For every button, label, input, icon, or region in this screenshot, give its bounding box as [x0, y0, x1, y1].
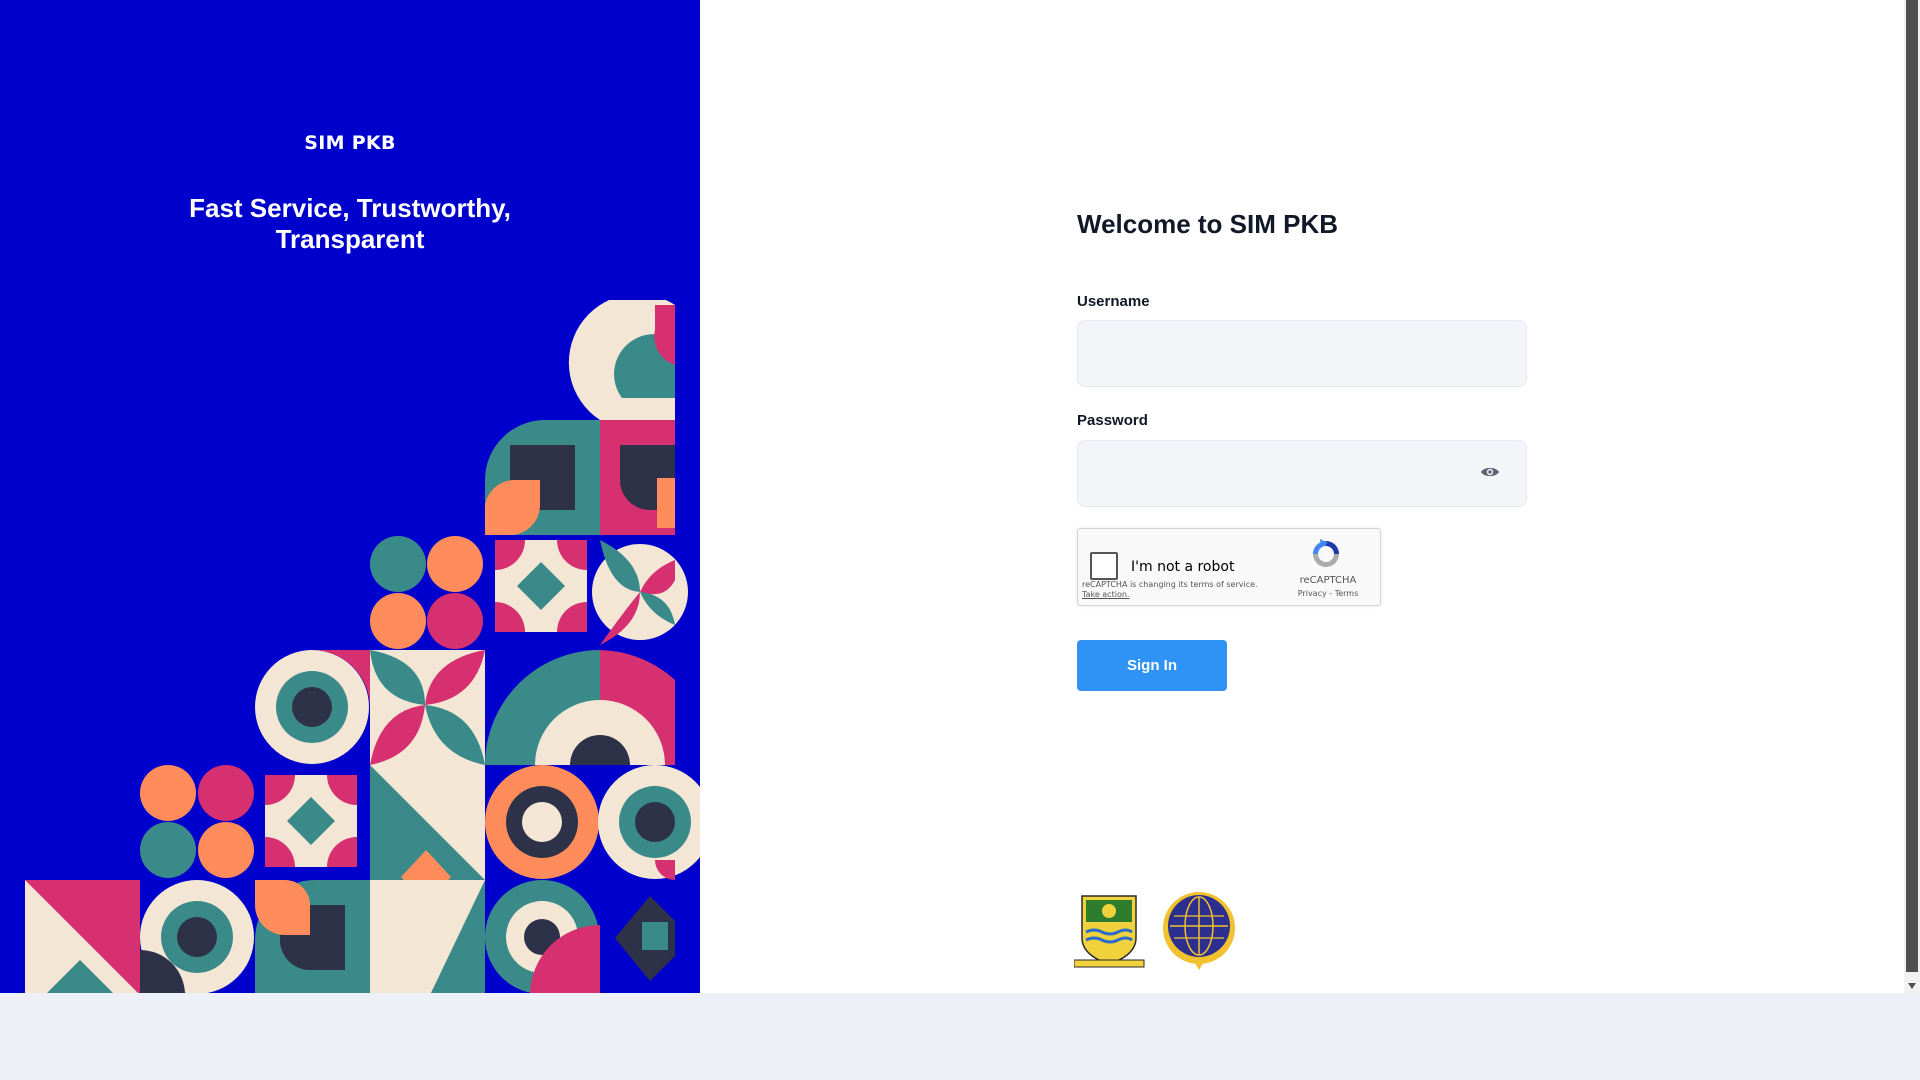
recaptcha-notice: reCAPTCHA is changing its terms of servi… [1082, 580, 1258, 600]
pattern-tile [255, 880, 370, 993]
pattern-tile [370, 880, 485, 993]
vertical-scrollbar[interactable] [1904, 0, 1920, 993]
partner-logos [1074, 892, 1235, 970]
brand-name: SIM PKB [304, 132, 396, 154]
pattern-tile [140, 765, 254, 878]
pattern-tile [598, 765, 700, 880]
pattern-tile [615, 896, 675, 981]
pattern-tile [485, 650, 675, 765]
pattern-tile [485, 765, 599, 879]
decorative-pattern [25, 300, 700, 993]
password-label: Password [1077, 412, 1148, 429]
recaptcha-widget: I'm not a robot reCAPTCHA is changing it… [1077, 528, 1381, 606]
transport-ministry-logo [1163, 892, 1235, 970]
username-label: Username [1077, 293, 1150, 310]
recaptcha-brand: reCAPTCHA [1299, 575, 1357, 586]
scrollbar-thumb[interactable] [1906, 0, 1918, 972]
hero-panel: SIM PKB Fast Service, Trustworthy, Trans… [0, 0, 700, 993]
pattern-tile [495, 540, 587, 632]
pattern-tile [370, 536, 483, 649]
pattern-tile [265, 775, 357, 867]
pattern-tile [485, 420, 600, 535]
bottom-band [0, 993, 1920, 1080]
tagline: Fast Service, Trustworthy, Transparent [189, 193, 511, 254]
pattern-tile [25, 880, 140, 993]
recaptcha-checkbox[interactable] [1090, 552, 1118, 580]
password-field[interactable] [1077, 440, 1527, 507]
regional-emblem-logo [1074, 895, 1145, 968]
sign-in-button[interactable]: Sign In [1077, 640, 1227, 691]
page-title: Welcome to SIM PKB [1077, 209, 1339, 239]
pattern-tile [600, 420, 675, 535]
pattern-tile [592, 540, 688, 645]
username-field[interactable] [1077, 320, 1527, 387]
recaptcha-notice-text: reCAPTCHA is changing its terms of servi… [1082, 580, 1258, 589]
recaptcha-label: I'm not a robot [1131, 559, 1235, 575]
pattern-tile [140, 880, 254, 993]
recaptcha-links[interactable]: Privacy - Terms [1288, 589, 1368, 598]
recaptcha-logo-icon [1313, 539, 1339, 567]
page: SIM PKB Fast Service, Trustworthy, Trans… [0, 0, 1904, 993]
pattern-tile [255, 650, 370, 764]
scroll-down-arrow-icon[interactable] [1908, 983, 1916, 989]
recaptcha-take-action-link[interactable]: Take action. [1082, 590, 1129, 599]
pattern-tile [370, 650, 485, 765]
pattern-tile [485, 880, 600, 993]
pattern-tile [568, 300, 675, 420]
eye-icon[interactable] [1480, 465, 1500, 479]
